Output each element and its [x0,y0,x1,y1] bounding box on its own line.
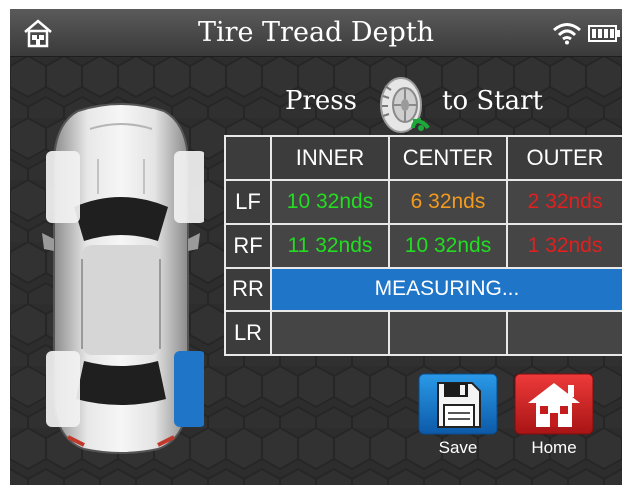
rf-inner-value: 11 32nds [270,222,390,269]
lf-outer-value: 2 32nds [506,179,622,225]
header-center: CENTER [388,135,508,181]
header-outer: OUTER [506,135,622,181]
table-header-row: INNER CENTER OUTER [224,135,622,181]
lr-outer-value [506,310,622,356]
save-button[interactable]: Save [418,373,498,457]
row-label-rf: RF [224,222,272,269]
car-top-view [42,103,204,454]
lr-center-value [388,310,508,356]
battery-icon [588,25,620,42]
floppy-disk-icon [418,373,498,435]
home-button[interactable]: Home [514,373,594,457]
row-label-lr: LR [224,310,272,356]
row-label-rr: RR [224,266,272,313]
home-label: Home [531,438,577,457]
press-label: Press [285,86,357,116]
rf-center-value: 10 32nds [388,222,508,269]
title-bar: Tire Tread Depth [10,9,622,57]
tire-right-front [174,151,204,223]
tread-depth-table: INNER CENTER OUTER LF 10 32nds 6 32nds 2… [224,135,622,356]
rf-outer-value: 1 32nds [506,222,622,269]
lr-inner-value [270,310,390,356]
house-icon [514,373,594,435]
app-screen: Tire Tread Depth Press to Start INNER CE… [10,9,622,485]
header-corner [224,135,272,181]
wifi-icon [553,23,581,45]
lf-center-value: 6 32nds [388,179,508,225]
header-inner: INNER [270,135,390,181]
page-title: Tire Tread Depth [197,17,435,48]
to-start-label: to Start [442,86,544,116]
table-row-lr[interactable]: LR [224,310,622,356]
row-label-lf: LF [224,179,272,225]
save-label: Save [438,438,478,457]
table-row-lf[interactable]: LF 10 32nds 6 32nds 2 32nds [224,179,622,225]
tire-right-rear [174,351,204,427]
table-row-rr[interactable]: RR MEASURING... [224,266,622,313]
tire-scan-icon[interactable] [375,76,433,134]
table-row-rf[interactable]: RF 11 32nds 10 32nds 1 32nds [224,222,622,269]
home-icon[interactable] [22,18,54,48]
tire-left-rear [46,351,80,427]
rr-measuring-status: MEASURING... [270,266,622,313]
tire-left-front [46,151,80,223]
lf-inner-value: 10 32nds [270,179,390,225]
